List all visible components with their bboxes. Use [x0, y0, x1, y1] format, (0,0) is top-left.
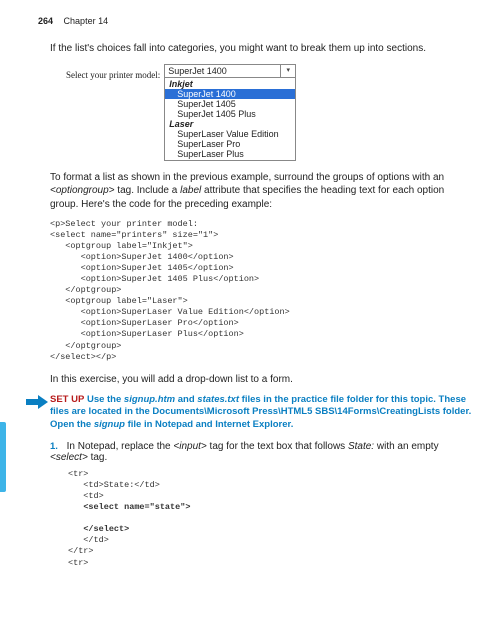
section-tab [0, 422, 6, 492]
page-number: 264 [38, 16, 53, 26]
arrow-icon [26, 396, 48, 408]
page-content: 264 Chapter 14 If the list's choices fal… [0, 0, 500, 569]
printer-select: SuperJet 1400 ▾ Inkjet SuperJet 1400 Sup… [164, 64, 296, 161]
optiongroup-tag: <optiongroup> [50, 185, 115, 196]
code-select-open: <select name="state"> [83, 502, 190, 512]
code-example-1: <p>Select your printer model: <select na… [50, 219, 472, 363]
state-label: State: [348, 441, 374, 452]
selected-value: SuperJet 1400 [168, 66, 227, 76]
setup-block: SET UP Use the signup.htm and states.txt… [50, 394, 472, 431]
chapter-number: 14 [98, 16, 108, 26]
option-sj1400: SuperJet 1400 [165, 89, 295, 99]
option-sj1405: SuperJet 1405 [165, 99, 295, 109]
code-select-close: </select> [83, 524, 129, 534]
input-tag: <input> [173, 441, 206, 452]
file-signup-htm: signup.htm [124, 394, 175, 405]
label-attr: label [180, 185, 201, 196]
code-example-2: <tr> <td>State:</td> <td> <select name="… [68, 469, 472, 568]
option-sj1405plus: SuperJet 1405 Plus [165, 109, 295, 119]
figure-dropdown: Select your printer model: SuperJet 1400… [52, 64, 472, 161]
exercise-intro: In this exercise, you will add a drop-do… [50, 373, 472, 387]
intro-paragraph: If the list's choices fall into categori… [50, 42, 472, 56]
format-paragraph: To format a list as shown in the previou… [50, 171, 472, 212]
file-states-txt: states.txt [197, 394, 239, 405]
dropdown-arrow-icon: ▾ [280, 65, 295, 77]
running-header: 264 Chapter 14 [38, 16, 472, 26]
option-slvalue: SuperLaser Value Edition [165, 129, 295, 139]
chapter-label: Chapter [64, 16, 96, 26]
step-1: 1. In Notepad, replace the <input> tag f… [50, 441, 472, 463]
setup-label: SET UP [50, 394, 84, 405]
optgroup-laser: Laser [165, 119, 295, 129]
figure-label: Select your printer model: [66, 70, 160, 80]
select-tag: <select> [50, 452, 88, 463]
file-signup: signup [94, 419, 125, 430]
optgroup-inkjet: Inkjet [165, 79, 295, 89]
option-slplus: SuperLaser Plus [165, 149, 295, 159]
step-number: 1. [50, 441, 64, 452]
option-slpro: SuperLaser Pro [165, 139, 295, 149]
